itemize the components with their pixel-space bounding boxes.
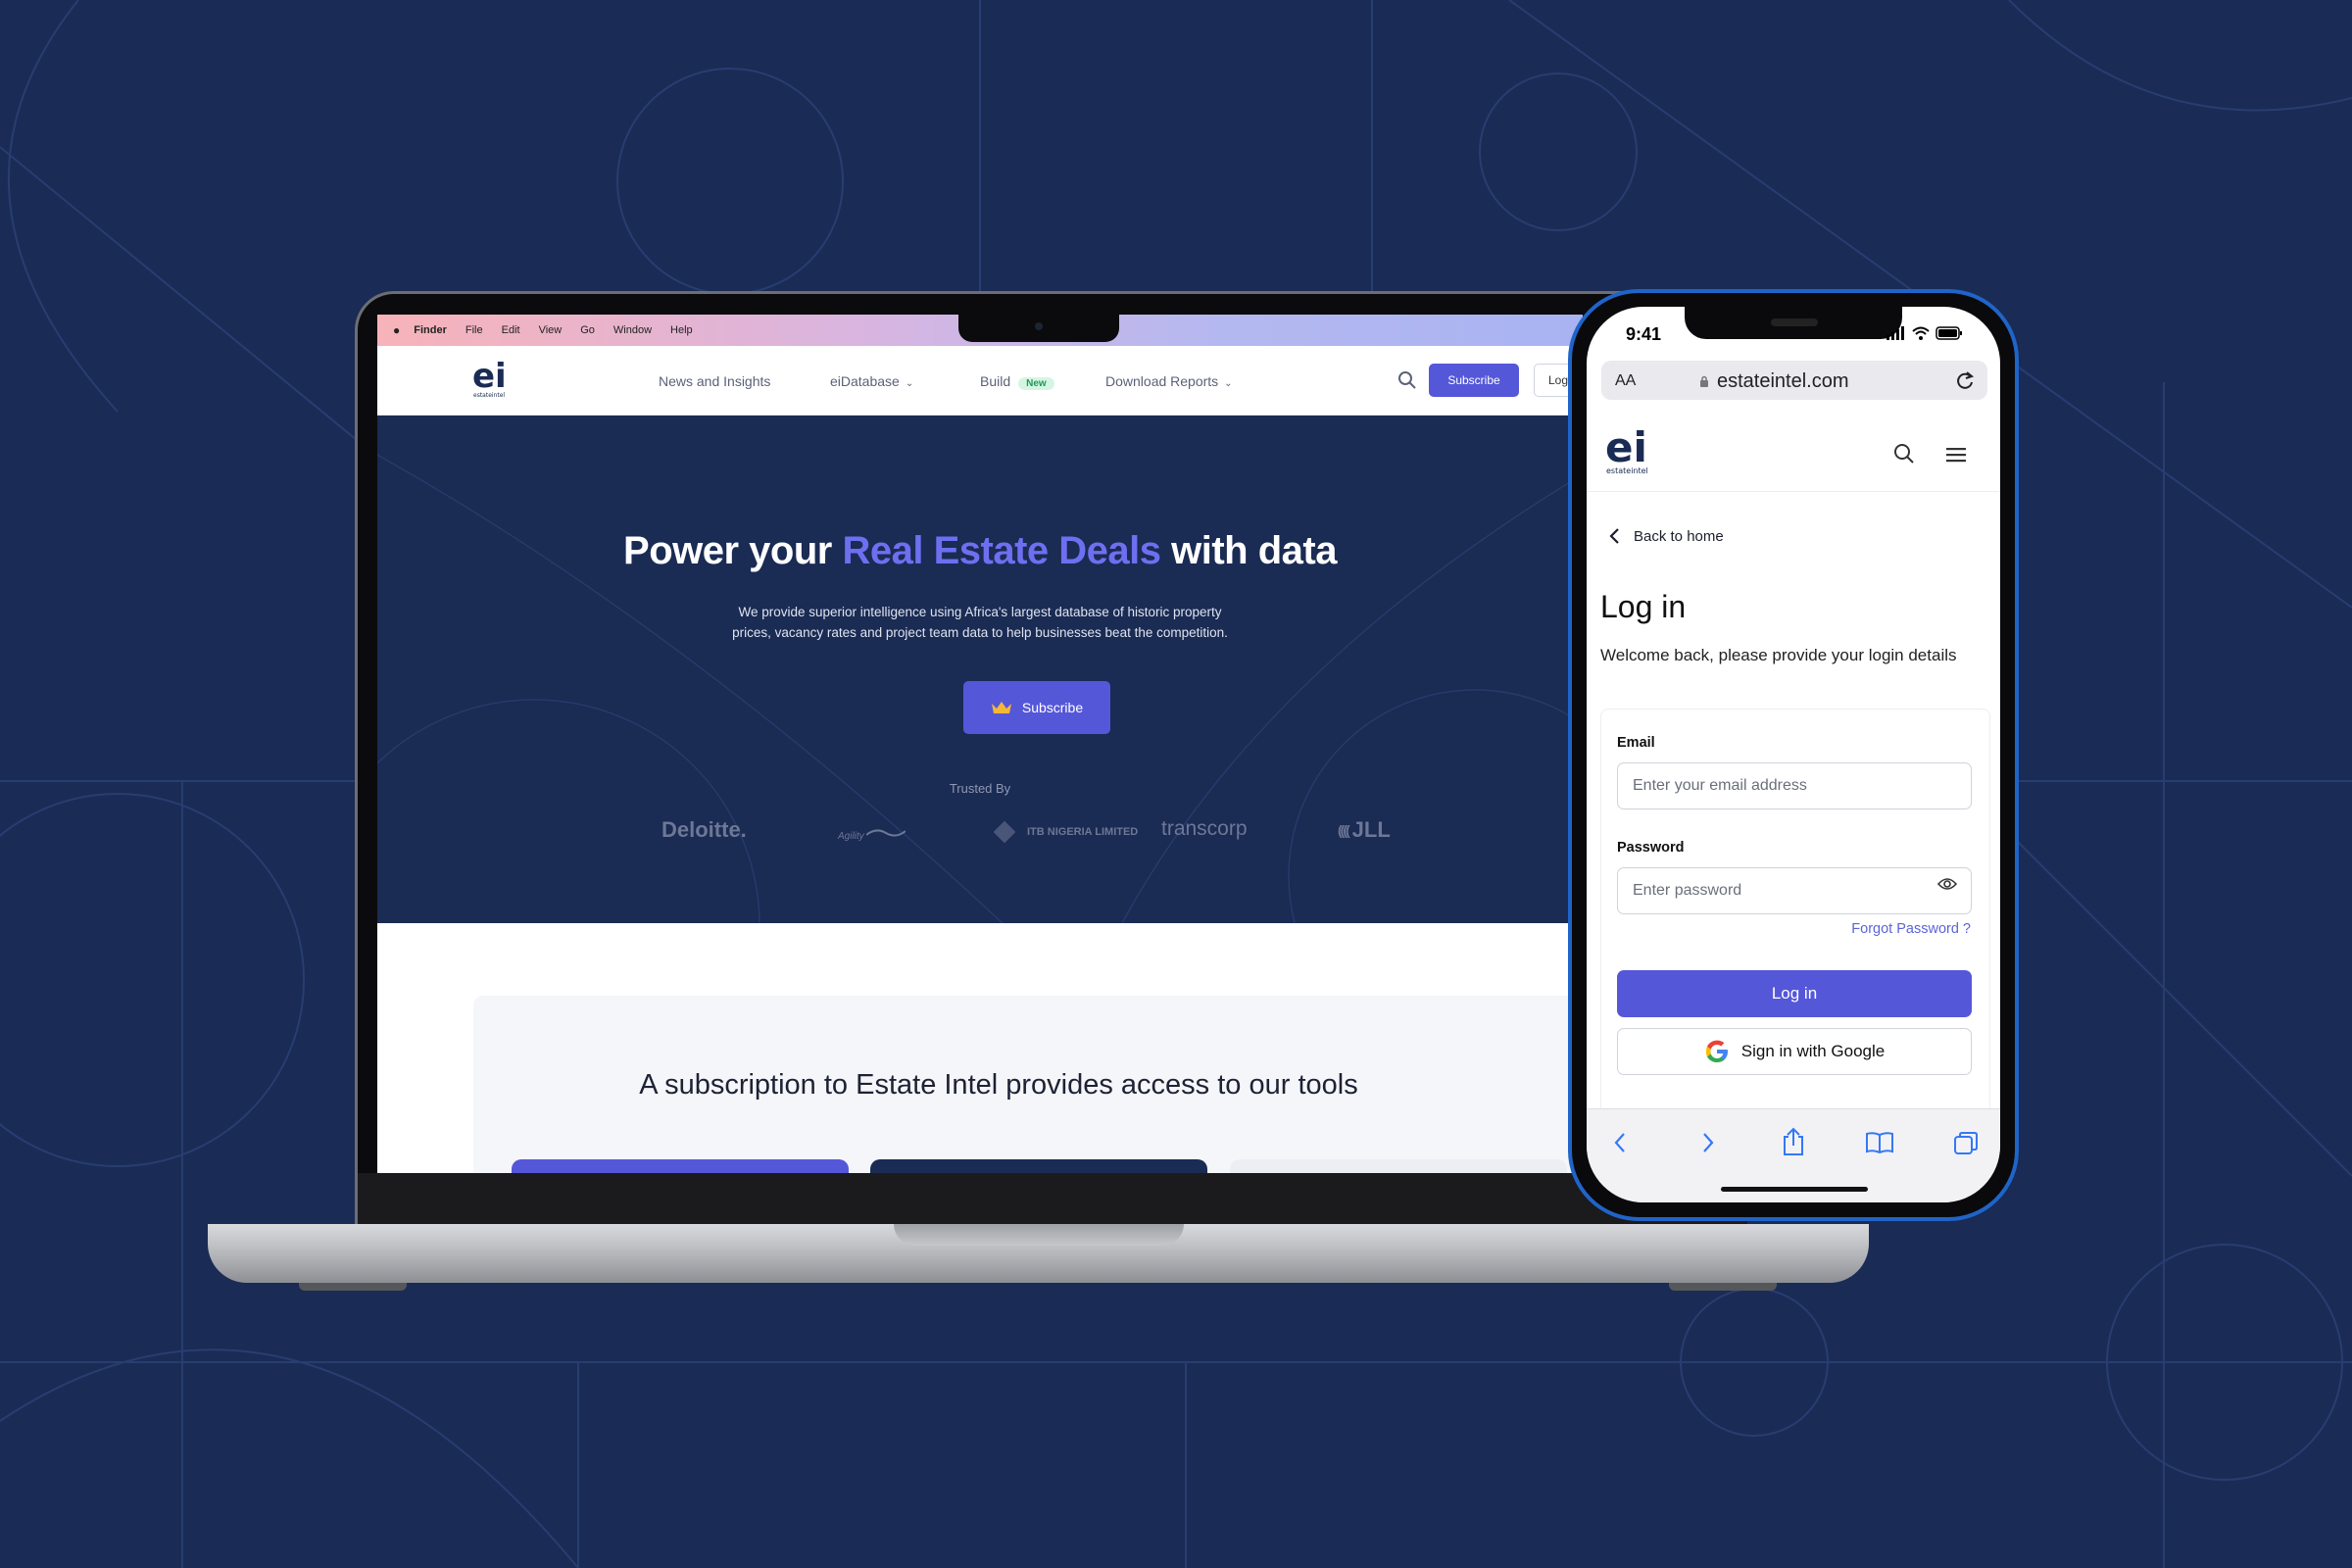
brand-agility: Agility [838,827,907,842]
hero-title-end: with data [1160,529,1337,572]
hero-title-start: Power your [623,529,843,572]
forgot-password-link[interactable]: Forgot Password ? [1851,921,1971,937]
ei-logo-icon: ei estateintel [472,357,507,399]
wifi-icon [1912,326,1930,340]
home-indicator [1721,1187,1868,1192]
show-password-eye-icon[interactable] [1937,877,1957,891]
google-icon [1705,1040,1728,1062]
brand-itb-label: ITB NIGERIA LIMITED [1027,826,1139,838]
url-text: estateintel.com [1717,370,1849,392]
back-arrow-icon[interactable] [1612,1131,1628,1154]
brand-jll: (((( JLL [1338,817,1391,843]
crown-icon [991,702,1011,713]
nav-reports-label: Download Reports [1105,373,1219,389]
hero-subscribe-label: Subscribe [1021,700,1084,715]
brand-jll-label: JLL [1351,817,1391,842]
tool-card[interactable] [512,1159,849,1173]
camera-notch [958,315,1119,342]
apple-icon[interactable]: ● [393,323,400,337]
svg-text:estateintel: estateintel [473,392,505,399]
login-subtitle: Welcome back, please provide your login … [1600,646,1957,664]
search-icon[interactable] [1892,442,1916,466]
laptop-lid-notch [894,1224,1184,1246]
signal-icon [1886,326,1904,340]
menu-go[interactable]: Go [580,324,595,336]
laptop-foot [1669,1283,1777,1291]
jll-arcs-icon: (((( [1338,822,1350,838]
reader-aa-button[interactable]: AA [1615,372,1636,390]
url-display[interactable]: estateintel.com [1699,370,1849,393]
brand-agility-label: Agility [838,831,864,842]
bookmarks-icon[interactable] [1865,1131,1894,1154]
chevron-down-icon: ⌄ [1224,378,1233,389]
site-logo[interactable]: ei estateintel [1603,423,1662,484]
nav-download-reports[interactable]: Download Reports ⌄ [1105,373,1233,389]
chevron-down-icon: ⌄ [905,378,914,389]
lock-icon [1700,375,1708,387]
brand-itb: ITB NIGERIA LIMITED [990,817,1139,847]
nav-build[interactable]: Build New [980,373,1054,390]
brand-deloitte: Deloitte. [662,817,747,842]
itb-diamond-icon [993,820,1016,844]
back-to-home-label: Back to home [1634,527,1724,545]
tabs-icon[interactable] [1953,1131,1979,1156]
phone-notch [1685,307,1902,339]
tools-heading: A subscription to Estate Intel provides … [639,1069,1358,1101]
trusted-by-label: Trusted By [949,781,1011,796]
google-signin-label: Sign in with Google [1740,1042,1886,1060]
nav-eidatabase-label: eiDatabase [830,373,900,389]
menu-finder[interactable]: Finder [414,324,447,336]
menu-edit[interactable]: Edit [502,324,520,336]
hero-subscribe-button[interactable]: Subscribe [963,681,1110,734]
ei-logo-icon: ei estateintel [1605,423,1648,475]
laptop-screen: ● Finder File Edit View Go Window Help e… [377,315,1583,1173]
password-label: Password [1617,840,1685,856]
new-badge: New [1018,377,1054,390]
menu-window[interactable]: Window [613,324,652,336]
svg-text:ei: ei [1605,424,1647,471]
subscribe-button[interactable]: Subscribe [1429,364,1519,397]
brand-transcorp: transcorp [1161,817,1248,840]
phone-screen: 9:41 AA estateintel.com ei estateintel B… [1587,307,2000,1202]
tool-card[interactable] [870,1159,1207,1173]
address-bar[interactable]: AA estateintel.com [1601,361,1987,400]
hero-title-accent: Real Estate Deals [842,529,1161,572]
email-field[interactable] [1617,762,1972,809]
password-field[interactable] [1617,867,1972,914]
status-icons [1886,326,1963,340]
hero-section: Power your Real Estate Deals with data W… [377,416,1583,923]
mobile-header: ei estateintel [1587,423,2000,492]
laptop-foot [299,1283,407,1291]
hamburger-menu-icon[interactable] [1945,446,1967,464]
hero-pattern [377,454,1583,923]
hero-title: Power your Real Estate Deals with data [377,529,1583,573]
search-icon[interactable] [1396,369,1418,391]
hero-subtitle: We provide superior intelligence using A… [732,605,1228,640]
chevron-left-icon [1609,528,1619,544]
google-signin-button[interactable]: Sign in with Google [1617,1028,1972,1075]
reload-icon[interactable] [1954,369,1976,391]
nav-eidatabase[interactable]: eiDatabase ⌄ [830,373,913,389]
nav-build-label: Build [980,373,1011,389]
agility-wave-icon [865,829,907,837]
tool-card[interactable] [1230,1159,1567,1173]
laptop-bezel-bottom [358,1173,1747,1224]
status-time: 9:41 [1626,324,1662,344]
svg-text:estateintel: estateintel [1606,466,1648,475]
menu-help[interactable]: Help [670,324,693,336]
login-submit-button[interactable]: Log in [1617,970,1972,1017]
menu-view[interactable]: View [539,324,563,336]
battery-icon [1936,326,1962,340]
share-icon[interactable] [1781,1127,1806,1156]
site-header: ei estateintel News and Insights eiDatab… [377,346,1583,416]
email-label: Email [1617,735,1655,751]
menu-file[interactable]: File [466,324,483,336]
nav-news-insights[interactable]: News and Insights [659,373,770,389]
back-to-home-link[interactable]: Back to home [1608,527,1724,545]
site-logo[interactable]: ei estateintel [470,357,514,408]
svg-text:ei: ei [472,358,507,396]
forward-arrow-icon[interactable] [1700,1131,1716,1154]
login-title: Log in [1600,589,1687,624]
